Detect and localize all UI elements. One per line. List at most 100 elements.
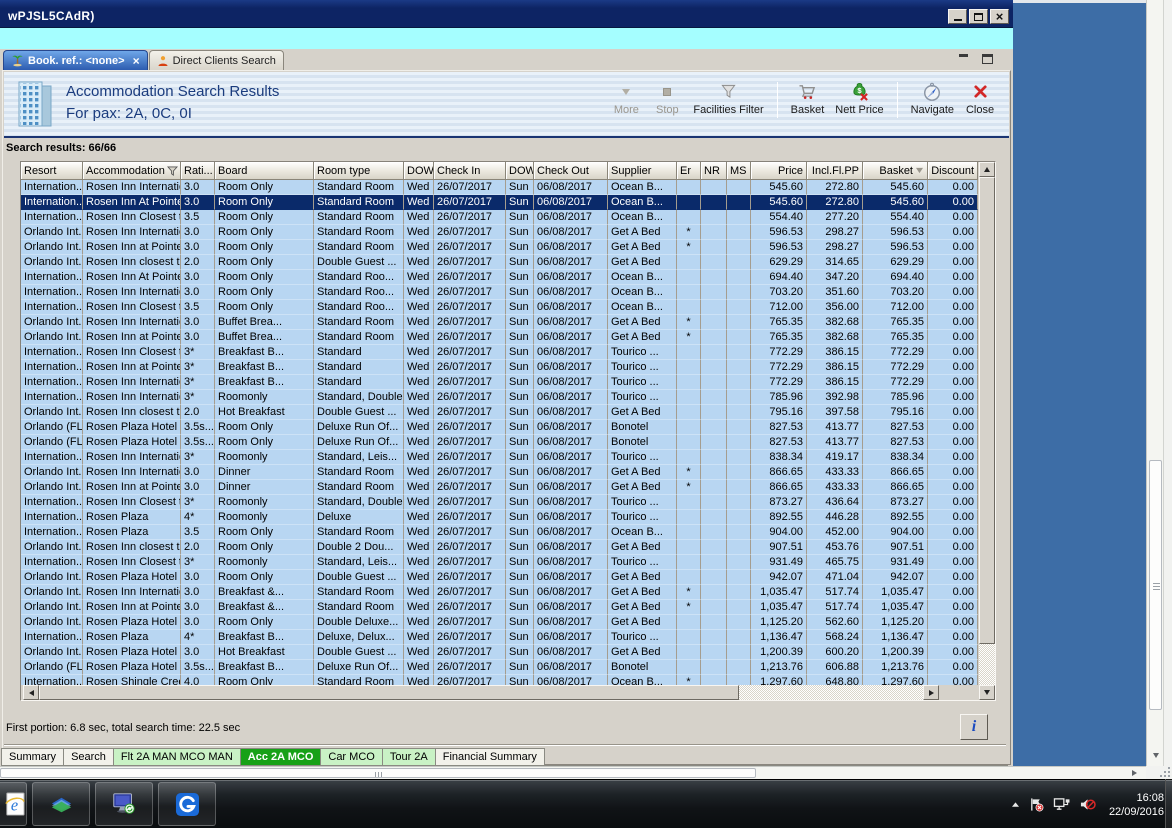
close-window-button[interactable]: × <box>990 9 1009 24</box>
table-row[interactable]: Internation... Rosen Plaza 3.5 Room Only Sta… <box>21 525 978 540</box>
table-row[interactable]: Internation...Rosen Inn at Pointe ...3*B… <box>21 360 978 375</box>
minimize-button[interactable] <box>948 9 967 24</box>
outer-scroll-right-button[interactable] <box>1127 767 1142 779</box>
window-resize-corner[interactable] <box>1146 766 1172 779</box>
tab-book-ref-none[interactable]: Book. ref.: <none> × <box>3 50 148 70</box>
scroll-right-button[interactable] <box>923 685 939 700</box>
restore-pane-button[interactable] <box>979 52 995 66</box>
bottom-tab-search[interactable]: Search <box>63 748 114 766</box>
bottom-tab-summary[interactable]: Summary <box>1 748 65 766</box>
table-row[interactable]: Orlando (FL) Rosen Plaza Hotel 3.5s... Room… <box>21 435 978 450</box>
scroll-left-button[interactable] <box>23 685 39 700</box>
table-row[interactable]: Orlando Int... Rosen Plaza Hotel 3.0 Room O… <box>21 570 978 585</box>
table-row[interactable]: Orlando Int...Rosen Inn Internatio...3.0… <box>21 465 978 480</box>
table-row[interactable]: Internation...Rosen Inn At Pointe ...3.0… <box>21 195 978 210</box>
network-icon[interactable] <box>1053 797 1070 812</box>
column-header-dow_in[interactable]: DOW <box>404 162 434 180</box>
table-row[interactable]: Orlando Int...Rosen Inn Internatio...3.0… <box>21 315 978 330</box>
maximize-button[interactable] <box>969 9 988 24</box>
table-row[interactable]: Internation...Rosen Inn International3*B… <box>21 375 978 390</box>
column-header-discount[interactable]: Discount <box>928 162 978 180</box>
bottom-tab-acc-2a-mco[interactable]: Acc 2A MCO <box>239 748 322 766</box>
column-header-resort[interactable]: Resort <box>21 162 83 180</box>
table-row[interactable]: Orlando Int...Rosen Inn at Pointe ...3.0… <box>21 330 978 345</box>
table-row[interactable]: Internation...Rosen Inn International3*R… <box>21 390 978 405</box>
tab-direct-clients-search[interactable]: Direct Clients Search <box>148 50 284 70</box>
bottom-tab-tour-2a[interactable]: Tour 2A <box>381 748 436 766</box>
basket-button[interactable]: Basket <box>791 81 824 116</box>
table-row[interactable]: Orlando Int...Rosen Inn at Pointe ...3.0… <box>21 600 978 615</box>
table-row[interactable]: Orlando Int...Rosen Inn closest to ...2.… <box>21 540 978 555</box>
table-row[interactable]: Internation...Rosen Inn Closest to...3*R… <box>21 555 978 570</box>
table-row[interactable]: Internation...Rosen Inn Closest to...3.5… <box>21 210 978 225</box>
outer-vertical-scrollbar[interactable] <box>1146 0 1163 766</box>
taskbar-button-ie-icon[interactable]: e <box>0 782 27 826</box>
volume-muted-icon[interactable] <box>1079 797 1096 812</box>
action-center-flag-icon[interactable] <box>1029 797 1044 812</box>
table-row[interactable]: Internation...Rosen Inn Closest to...3*R… <box>21 495 978 510</box>
hidden-icons-arrow[interactable] <box>1011 801 1020 808</box>
table-row[interactable]: Internation...Rosen Inn Internatio...3.0… <box>21 180 978 195</box>
outer-scroll-down-button[interactable] <box>1148 748 1163 763</box>
nett-price-button[interactable]: $ Nett Price <box>835 81 884 116</box>
table-row[interactable]: Internation...Rosen Inn Closest to...3.5… <box>21 300 978 315</box>
scroll-down-button[interactable] <box>979 685 995 700</box>
taskbar-button-layers-app-icon[interactable] <box>32 782 90 826</box>
scroll-up-button[interactable] <box>979 162 995 177</box>
bottom-tab-car-mco[interactable]: Car MCO <box>320 748 383 766</box>
vertical-scroll-thumb[interactable] <box>979 177 995 644</box>
bottom-tab-financial-summary[interactable]: Financial Summary <box>434 748 545 766</box>
table-row[interactable]: Orlando Int...Rosen Inn closest to ...2.… <box>21 405 978 420</box>
navigate-button[interactable]: Navigate <box>911 81 954 116</box>
cell-ms <box>727 315 751 330</box>
column-header-incl_fl_pp[interactable]: Incl.Fl.PP <box>807 162 863 180</box>
table-row[interactable]: Internation... Rosen Shingle Creek 4.0 Room… <box>21 675 978 685</box>
column-header-er[interactable]: Er <box>677 162 701 180</box>
column-header-board[interactable]: Board <box>215 162 314 180</box>
outer-horizontal-thumb[interactable] <box>0 768 756 778</box>
table-vertical-scrollbar[interactable] <box>979 162 995 700</box>
column-header-nr[interactable]: NR <box>701 162 727 180</box>
facilities-filter-button[interactable]: Facilities Filter <box>693 81 764 116</box>
column-header-price[interactable]: Price <box>751 162 807 180</box>
horizontal-scroll-thumb[interactable] <box>39 685 739 700</box>
table-row[interactable]: Orlando Int... Rosen Plaza Hotel 3.0 Hot Br… <box>21 645 978 660</box>
column-header-rating[interactable]: Rati... <box>181 162 215 180</box>
column-header-dow_out[interactable]: DOW <box>506 162 534 180</box>
close-button[interactable]: Close <box>965 81 995 116</box>
table-row[interactable]: Orlando Int...Rosen Inn at Pointe ...3.0… <box>21 240 978 255</box>
table-row[interactable]: Internation...Rosen Inn Closest to...3*B… <box>21 345 978 360</box>
table-row[interactable]: Internation... Rosen Plaza 4* Roomonly Delux… <box>21 510 978 525</box>
column-header-supplier[interactable]: Supplier <box>608 162 677 180</box>
table-horizontal-scrollbar[interactable] <box>23 685 939 700</box>
close-tab-icon[interactable]: × <box>133 55 140 67</box>
table-row[interactable]: Internation... Rosen Plaza 4* Breakfast B..… <box>21 630 978 645</box>
table-row[interactable]: Internation...Rosen Inn At Pointe ...3.0… <box>21 270 978 285</box>
bottom-tab-flt-2a-man-mco-man[interactable]: Flt 2A MAN MCO MAN <box>112 748 241 766</box>
table-row[interactable]: Orlando Int...Rosen Inn Internatio...3.0… <box>21 585 978 600</box>
collapse-pane-button[interactable] <box>955 52 971 66</box>
outer-horizontal-scrollbar[interactable] <box>0 766 1146 779</box>
table-row[interactable]: Orlando Int...Rosen Inn Internatio...3.0… <box>21 225 978 240</box>
table-row[interactable]: Orlando (FL) Rosen Plaza Hotel 3.5s... Room… <box>21 420 978 435</box>
taskbar-button-remote-desktop-icon[interactable] <box>95 782 153 826</box>
column-header-accommodation[interactable]: Accommodation <box>83 162 181 180</box>
table-row[interactable]: Orlando Int...Rosen Inn closest to ...2.… <box>21 255 978 270</box>
column-header-check_in[interactable]: Check In <box>434 162 506 180</box>
show-desktop-button[interactable] <box>1165 779 1172 828</box>
title-bar[interactable]: wPJSL5CAdR) × <box>0 0 1013 28</box>
table-row[interactable]: Orlando Int...Rosen Inn at Pointe ...3.0… <box>21 480 978 495</box>
table-row[interactable]: Internation...Rosen Inn Internatio...3.0… <box>21 285 978 300</box>
cell-resort: Orlando Int... <box>21 570 83 585</box>
column-header-room_type[interactable]: Room type <box>314 162 404 180</box>
column-header-basket[interactable]: Basket <box>863 162 928 180</box>
taskbar-clock[interactable]: 16:08 22/09/2016 <box>1105 791 1164 819</box>
column-header-check_out[interactable]: Check Out <box>534 162 608 180</box>
taskbar-button-g-app-icon[interactable] <box>158 782 216 826</box>
info-button[interactable]: i <box>960 714 988 740</box>
table-row[interactable]: Orlando Int... Rosen Plaza Hotel 3.0 Room O… <box>21 615 978 630</box>
column-header-ms[interactable]: MS <box>727 162 751 180</box>
outer-vertical-thumb[interactable] <box>1149 460 1162 710</box>
table-row[interactable]: Internation...Rosen Inn International3*R… <box>21 450 978 465</box>
table-row[interactable]: Orlando (FL) Rosen Plaza Hotel 3.5s... Brea… <box>21 660 978 675</box>
